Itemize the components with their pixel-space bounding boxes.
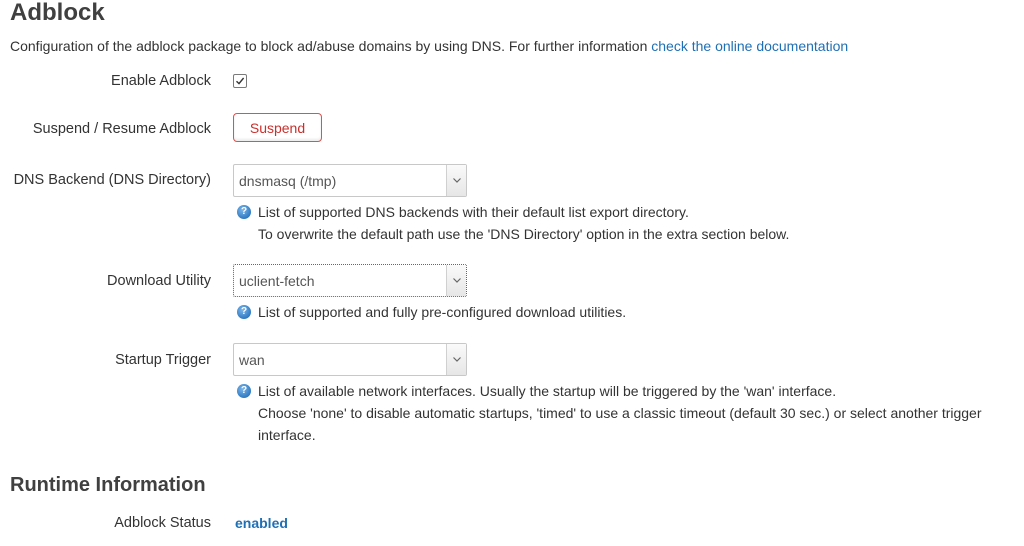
download-utility-select[interactable]: uclient-fetch [233, 264, 467, 297]
adblock-status-value: enabled [235, 515, 288, 531]
startup-trigger-select[interactable]: wan [233, 343, 467, 376]
download-utility-value: uclient-fetch [239, 273, 315, 289]
documentation-link[interactable]: check the online documentation [651, 38, 848, 54]
dns-backend-value: dnsmasq (/tmp) [239, 173, 337, 189]
adblock-status-label: Adblock Status [114, 515, 211, 531]
page-description: Configuration of the adblock package to … [10, 38, 848, 54]
enable-adblock-checkbox[interactable] [233, 74, 247, 88]
dns-backend-label: DNS Backend (DNS Directory) [13, 172, 211, 188]
question-icon: ? [237, 384, 251, 398]
chevron-down-icon [453, 178, 461, 183]
help-line: List of available network interfaces. Us… [258, 383, 837, 399]
startup-trigger-dropdown-button[interactable] [446, 344, 466, 375]
chevron-down-icon [453, 357, 461, 362]
question-icon: ? [237, 305, 251, 319]
suspend-button[interactable]: Suspend [233, 113, 322, 142]
dns-backend-select[interactable]: dnsmasq (/tmp) [233, 164, 467, 197]
enable-adblock-label: Enable Adblock [111, 73, 211, 89]
checkmark-icon [236, 77, 245, 85]
startup-trigger-label: Startup Trigger [115, 352, 211, 368]
startup-trigger-help: ? List of available network interfaces. … [237, 380, 982, 446]
dns-backend-dropdown-button[interactable] [446, 165, 466, 196]
dns-backend-help: ? List of supported DNS backends with th… [237, 201, 789, 245]
chevron-down-icon [453, 278, 461, 283]
help-line: List of supported DNS backends with thei… [258, 204, 689, 220]
suspend-resume-label: Suspend / Resume Adblock [32, 121, 211, 137]
description-text: Configuration of the adblock package to … [10, 38, 652, 54]
question-icon: ? [237, 205, 251, 219]
download-utility-label: Download Utility [107, 273, 211, 289]
help-line: To overwrite the default path use the 'D… [258, 226, 790, 242]
page-title: Adblock [10, 0, 105, 26]
download-utility-dropdown-button[interactable] [446, 265, 466, 296]
help-line: List of supported and fully pre-configur… [258, 304, 627, 320]
download-utility-help: ? List of supported and fully pre-config… [237, 301, 626, 323]
runtime-information-heading: Runtime Information [10, 474, 206, 496]
startup-trigger-value: wan [239, 352, 265, 368]
help-line: Choose 'none' to disable automatic start… [258, 405, 982, 421]
help-line: interface. [258, 427, 316, 443]
